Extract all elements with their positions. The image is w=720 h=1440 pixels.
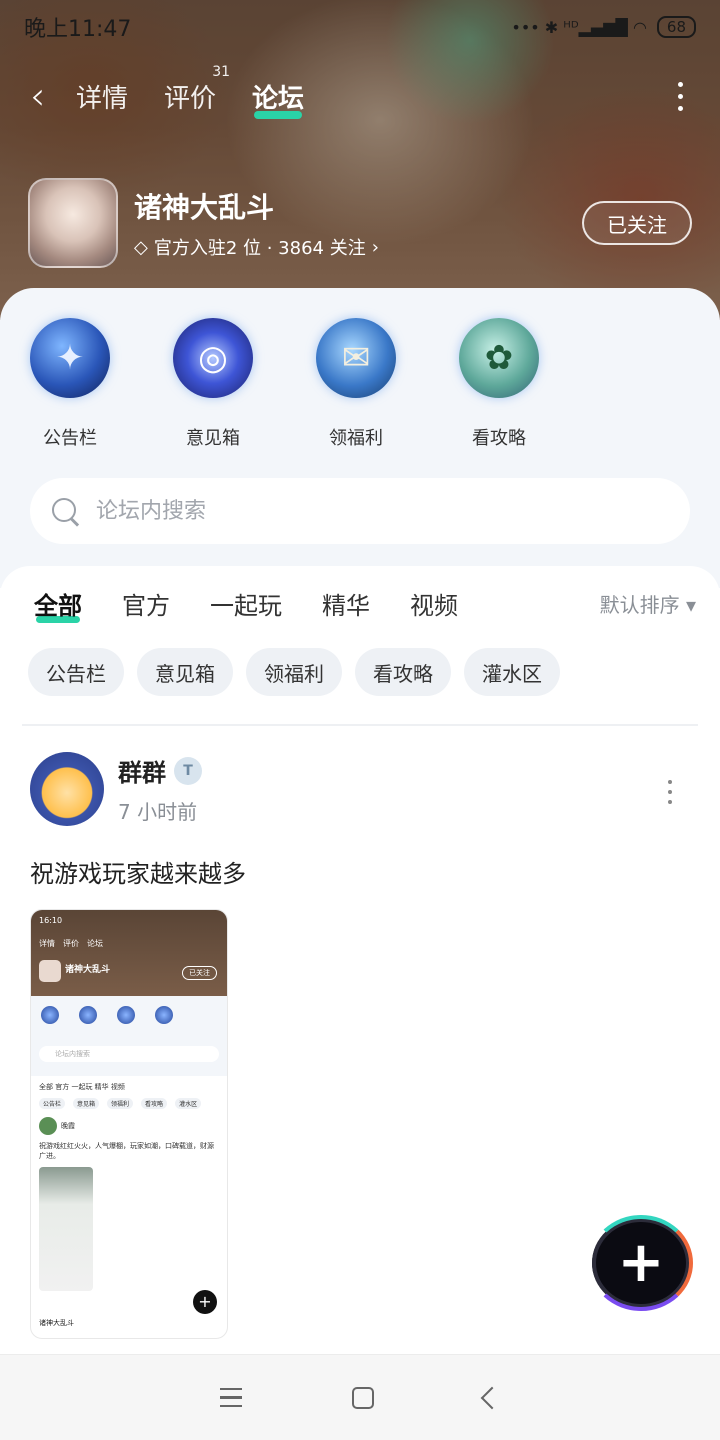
menu-icon[interactable] <box>220 1387 242 1408</box>
sort-dropdown[interactable]: 默认排序 ▾ <box>600 589 696 618</box>
home-icon[interactable] <box>352 1386 374 1409</box>
tab-details[interactable]: 详情 <box>76 78 128 115</box>
feed-tab-play-together[interactable]: 一起玩 <box>210 586 282 621</box>
post-author[interactable]: 群群 T 7 小时前 <box>30 752 690 826</box>
scroll-icon: ✉ <box>316 318 396 398</box>
quick-guides[interactable]: ✿ 看攻略 <box>459 318 602 450</box>
back-icon[interactable]: ‹ <box>30 74 58 118</box>
feed-tab-featured[interactable]: 精华 <box>322 586 370 621</box>
game-header: 诸神大乱斗 ◇ 官方入驻2 位 · 3864 关注 › 已关注 <box>28 178 692 268</box>
signal-icons: ••• ✱ ᴴᴰ▂▄▆█ ◠ <box>511 17 647 37</box>
post-title: 祝游戏玩家越来越多 <box>30 860 246 888</box>
feed-tab-official[interactable]: 官方 <box>122 586 170 621</box>
game-avatar[interactable] <box>28 178 118 268</box>
author-badge: T <box>174 756 202 785</box>
post-time: 7 小时前 <box>118 800 198 824</box>
author-avatar[interactable] <box>30 752 104 826</box>
galaxy-icon: ◎ <box>173 318 253 398</box>
status-bar: 晚上11:47 ••• ✱ ᴴᴰ▂▄▆█ ◠ 68 <box>24 10 696 44</box>
search-bar[interactable] <box>30 478 690 544</box>
feed-tabs: 全部 官方 一起玩 精华 视频 默认排序 ▾ <box>34 586 696 623</box>
status-time: 晚上11:47 <box>24 17 132 42</box>
more-icon[interactable] <box>670 81 690 111</box>
quick-feedback[interactable]: ◎ 意见箱 <box>173 318 316 450</box>
follow-button[interactable]: 已关注 <box>582 201 692 245</box>
chip-feedback[interactable]: 意见箱 <box>137 648 233 696</box>
post-image[interactable]: 16:10 详情 评价 论坛 诸神大乱斗 已关注 论坛内搜索 全部 官方 一起玩… <box>30 909 228 1339</box>
game-name: 诸神大乱斗 <box>134 191 275 224</box>
battery-icon: 68 <box>656 16 696 38</box>
top-nav: ‹ 详情 评价 31 论坛 <box>30 64 690 122</box>
create-post-button[interactable]: + <box>589 1215 693 1311</box>
feed-tab-all[interactable]: 全部 <box>34 586 82 623</box>
hero-banner <box>0 0 720 320</box>
plus-icon: + <box>617 1230 665 1295</box>
search-icon <box>50 496 80 526</box>
leaf-icon: ✿ <box>459 318 539 398</box>
search-input[interactable] <box>96 498 656 524</box>
feed-tab-video[interactable]: 视频 <box>410 586 458 621</box>
post-more-icon[interactable] <box>668 780 672 804</box>
chip-guides[interactable]: 看攻略 <box>355 648 451 696</box>
chip-bulletin[interactable]: 公告栏 <box>28 648 124 696</box>
system-nav-bar <box>0 1354 720 1440</box>
quick-rewards[interactable]: ✉ 领福利 <box>316 318 459 450</box>
quick-access: ✦ 公告栏 ◎ 意见箱 ✉ 领福利 ✿ 看攻略 <box>30 318 602 450</box>
back-nav-icon[interactable] <box>480 1386 504 1409</box>
chip-rewards[interactable]: 领福利 <box>246 648 342 696</box>
bulletin-icon: ✦ <box>30 318 110 398</box>
quick-bulletin[interactable]: ✦ 公告栏 <box>30 318 173 450</box>
game-meta[interactable]: ◇ 官方入驻2 位 · 3864 关注 › <box>134 234 582 260</box>
divider <box>22 724 698 726</box>
review-count: 31 <box>212 63 231 80</box>
author-name: 群群 <box>118 759 166 787</box>
chip-chat[interactable]: 灌水区 <box>464 648 560 696</box>
tab-reviews[interactable]: 评价 31 <box>164 64 230 115</box>
quick-panel: ✦ 公告栏 ◎ 意见箱 ✉ 领福利 ✿ 看攻略 <box>0 288 720 588</box>
diamond-icon: ◇ <box>134 236 148 258</box>
chevron-right-icon: › <box>371 236 379 258</box>
tab-forum[interactable]: 论坛 <box>252 78 304 119</box>
category-chips: 公告栏 意见箱 领福利 看攻略 灌水区 <box>28 648 560 696</box>
